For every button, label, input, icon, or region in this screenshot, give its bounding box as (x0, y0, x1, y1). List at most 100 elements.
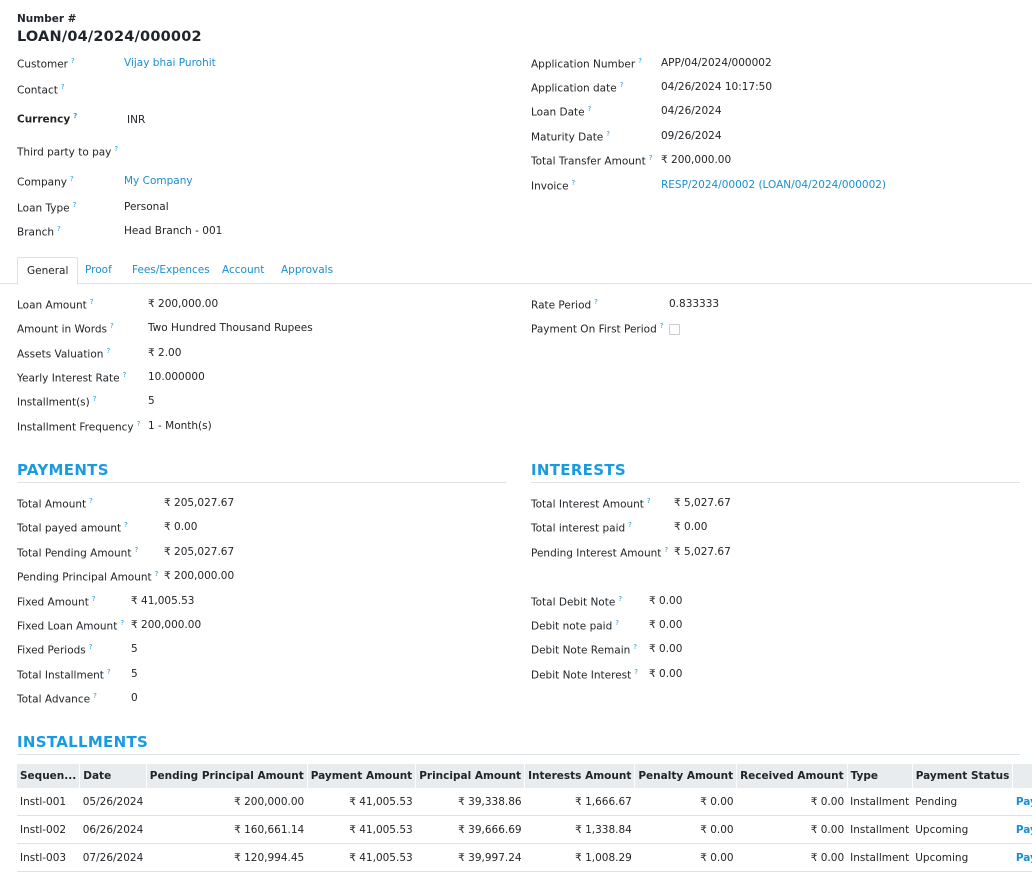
maturity-date-value: 09/26/2024 (661, 130, 722, 142)
payment-button[interactable]: Payment (1012, 788, 1032, 816)
help-icon[interactable]: ? (120, 619, 124, 627)
help-icon[interactable]: ? (89, 643, 93, 651)
cell-sequence: Instl-001 (17, 788, 80, 816)
amount-words-value: Two Hundred Thousand Rupees (148, 322, 313, 334)
installment-frequency-value[interactable]: 1 - Month(s) (148, 420, 212, 432)
help-icon[interactable]: ? (90, 298, 94, 306)
cell-payment-status: Upcoming (912, 815, 1013, 844)
tab-account[interactable]: Account (222, 257, 264, 283)
help-icon[interactable]: ? (89, 497, 93, 505)
help-icon[interactable]: ? (647, 497, 651, 505)
branch-value[interactable]: Head Branch - 001 (124, 225, 222, 237)
pending-principal-value: ₹ 200,000.00 (164, 570, 235, 582)
table-row[interactable]: Instl-001 05/26/2024 ₹ 200,000.00 ₹ 41,0… (17, 788, 1032, 816)
currency-value[interactable]: INR (127, 114, 145, 126)
assets-valuation-value[interactable]: ₹ 2.00 (148, 347, 181, 359)
help-icon[interactable]: ? (114, 145, 118, 153)
total-interest-value: ₹ 5,027.67 (674, 497, 731, 509)
cell-penalty-amount: ₹ 0.00 (634, 788, 737, 816)
help-icon[interactable]: ? (155, 570, 159, 578)
debit-note-paid-value: ₹ 0.00 (649, 619, 683, 631)
cell-interests-amount: ₹ 1,338.84 (524, 815, 635, 844)
help-icon[interactable]: ? (124, 521, 128, 529)
cell-date: 05/26/2024 (79, 788, 147, 816)
help-icon[interactable]: ? (572, 179, 576, 187)
help-icon[interactable]: ? (618, 595, 622, 603)
help-icon[interactable]: ? (137, 420, 141, 428)
tab-fees-expences[interactable]: Fees/Expences (132, 257, 210, 283)
total-advance-label: Total Advance? (17, 692, 97, 706)
application-number-value: APP/04/2024/000002 (661, 57, 772, 69)
loan-date-label: Loan Date? (531, 105, 592, 119)
help-icon[interactable]: ? (594, 298, 598, 306)
help-icon[interactable]: ? (93, 692, 97, 700)
col-received-amount[interactable]: Received Amount (736, 764, 848, 788)
payment-button[interactable]: Payment (1012, 815, 1032, 844)
cell-payment-status: Pending (912, 788, 1013, 816)
company-label: Company? (17, 175, 74, 189)
help-icon[interactable]: ? (92, 595, 96, 603)
company-link[interactable]: My Company (124, 175, 193, 187)
loan-type-value[interactable]: Personal (124, 201, 169, 213)
help-icon[interactable]: ? (123, 371, 127, 379)
tab-proof[interactable]: Proof (85, 257, 112, 283)
help-icon[interactable]: ? (664, 546, 668, 554)
help-icon[interactable]: ? (628, 521, 632, 529)
col-penalty-amount[interactable]: Penalty Amount (634, 764, 738, 788)
help-icon[interactable]: ? (606, 130, 610, 138)
yearly-interest-label: Yearly Interest Rate? (17, 371, 127, 385)
help-icon[interactable]: ? (61, 83, 65, 91)
col-action (1012, 764, 1032, 788)
col-principal-amount[interactable]: Principal Amount (415, 764, 526, 788)
cell-principal-amount: ₹ 39,666.69 (415, 815, 525, 844)
help-icon[interactable]: ? (134, 546, 138, 554)
interests-section-title: INTERESTS (531, 461, 626, 479)
help-icon[interactable]: ? (110, 322, 114, 330)
col-type[interactable]: Type (847, 764, 913, 788)
help-icon[interactable]: ? (71, 57, 75, 65)
help-icon[interactable]: ? (649, 154, 653, 162)
help-icon[interactable]: ? (620, 81, 624, 89)
third-party-label: Third party to pay? (17, 145, 119, 159)
help-icon[interactable]: ? (638, 57, 642, 65)
help-icon[interactable]: ? (615, 619, 619, 627)
cell-type: Installment (847, 815, 913, 844)
col-payment-amount[interactable]: Payment Amount (307, 764, 417, 788)
help-icon[interactable]: ? (93, 395, 97, 403)
debit-note-remain-value: ₹ 0.00 (649, 643, 683, 655)
help-icon[interactable]: ? (107, 668, 111, 676)
col-sequence[interactable]: Sequen... (17, 764, 81, 788)
help-icon[interactable]: ? (106, 347, 110, 355)
help-icon[interactable]: ? (57, 225, 61, 233)
col-interests-amount[interactable]: Interests Amount (524, 764, 636, 788)
help-icon[interactable]: ? (588, 105, 592, 113)
help-icon[interactable]: ? (634, 668, 638, 676)
payment-first-period-checkbox[interactable] (669, 324, 680, 335)
total-installment-value: 5 (131, 668, 138, 680)
customer-link[interactable]: Vijay bhai Purohit (124, 57, 216, 69)
help-icon[interactable]: ? (73, 112, 77, 120)
tab-general[interactable]: General (17, 257, 79, 285)
fixed-amount-value: ₹ 41,005.53 (131, 595, 195, 607)
amount-words-label: Amount in Words? (17, 322, 114, 336)
col-payment-status[interactable]: Payment Status (912, 764, 1014, 788)
installments-value[interactable]: 5 (148, 395, 155, 407)
col-date[interactable]: Date (79, 764, 147, 788)
total-transfer-value: ₹ 200,000.00 (661, 154, 732, 166)
help-icon[interactable]: ? (73, 201, 77, 209)
branch-label: Branch? (17, 225, 61, 239)
yearly-interest-value[interactable]: 10.000000 (148, 371, 205, 383)
loan-amount-value[interactable]: ₹ 200,000.00 (148, 298, 218, 310)
col-pending-principal[interactable]: Pending Principal Amount (146, 764, 308, 788)
table-row[interactable]: Instl-002 06/26/2024 ₹ 160,661.14 ₹ 41,0… (17, 815, 1032, 844)
invoice-link[interactable]: RESP/2024/00002 (LOAN/04/2024/000002) (661, 179, 886, 191)
tabs-divider (0, 283, 1032, 284)
tab-approvals[interactable]: Approvals (281, 257, 333, 283)
total-installment-label: Total Installment? (17, 668, 111, 682)
help-icon[interactable]: ? (660, 322, 664, 330)
total-payed-label: Total payed amount? (17, 521, 128, 535)
help-icon[interactable]: ? (70, 175, 74, 183)
cell-received-amount: ₹ 0.00 (736, 815, 848, 844)
interest-paid-label: Total interest paid? (531, 521, 632, 535)
help-icon[interactable]: ? (633, 643, 637, 651)
